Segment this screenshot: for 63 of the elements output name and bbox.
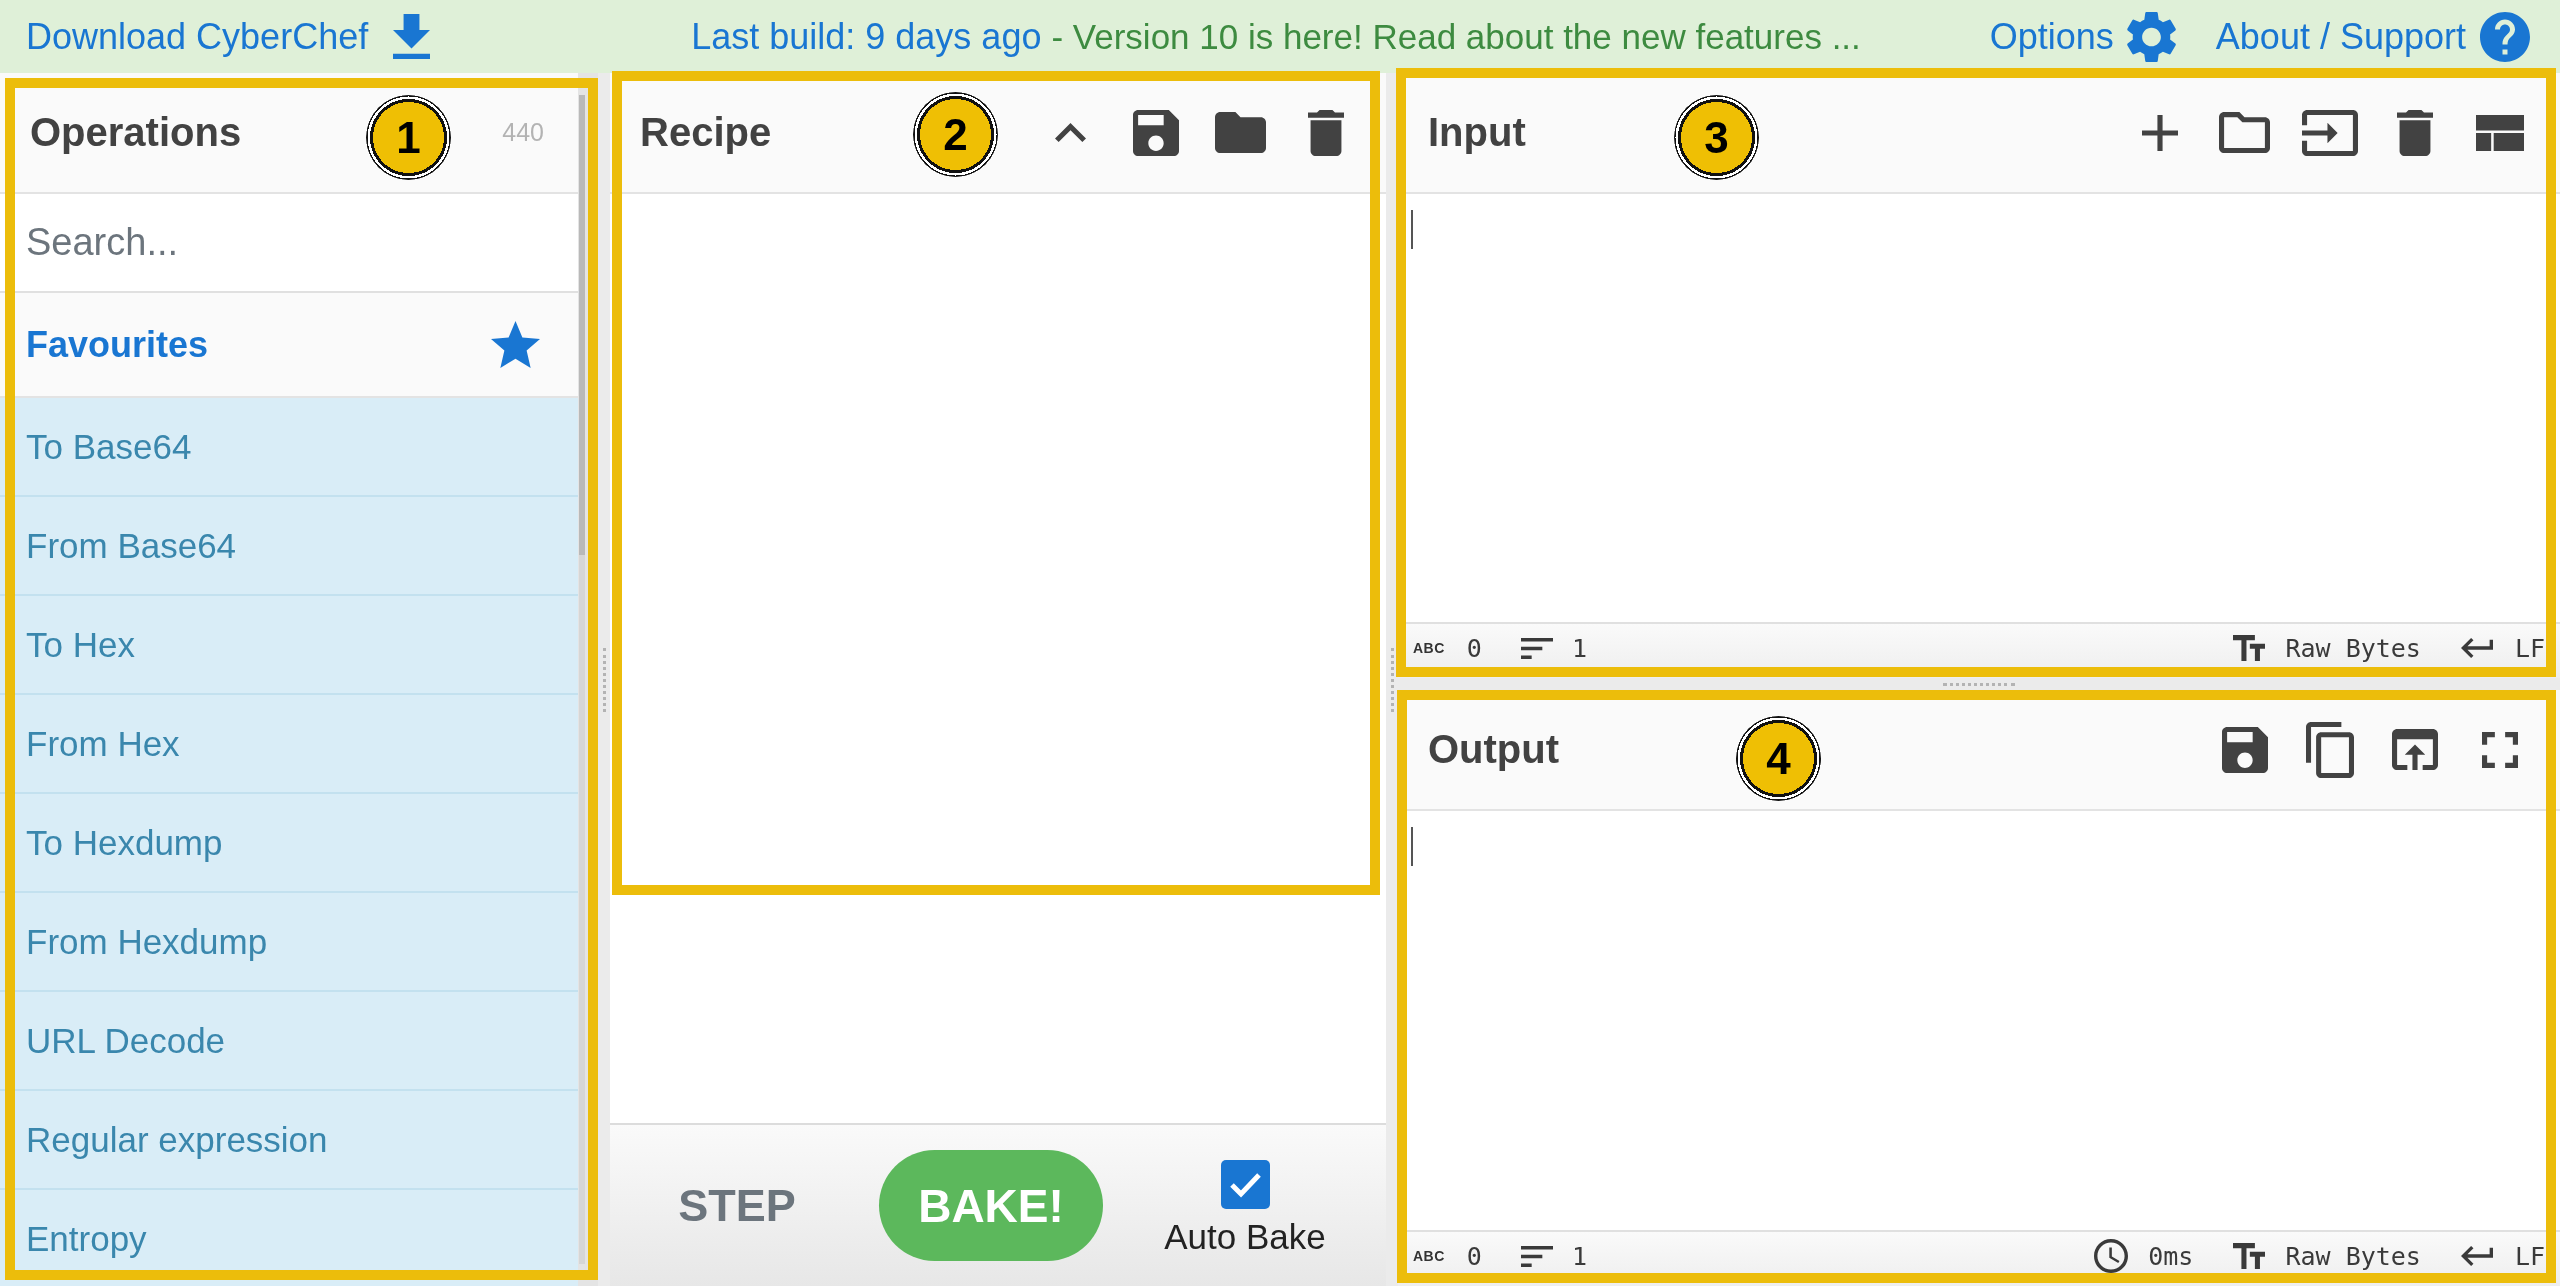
character-count: 0 bbox=[1466, 1241, 1482, 1271]
bake-time: 0ms bbox=[2148, 1241, 2194, 1271]
abc-icon: ABC bbox=[1413, 640, 1445, 656]
lines-icon bbox=[1520, 1245, 1553, 1267]
plus-icon[interactable] bbox=[2141, 114, 2178, 151]
character-count: 0 bbox=[1466, 633, 1482, 663]
trash-icon[interactable] bbox=[1307, 109, 1344, 156]
encoding-selector[interactable]: Raw Bytes bbox=[2285, 633, 2421, 663]
scrollbar-thumb[interactable] bbox=[579, 95, 585, 555]
star-icon bbox=[491, 321, 540, 368]
operation-item[interactable]: Regular expression bbox=[0, 1091, 578, 1190]
text-cursor bbox=[1411, 827, 1413, 866]
panel-title: Output bbox=[1428, 727, 1560, 772]
arrow-into-box-icon[interactable] bbox=[2301, 109, 2358, 156]
abc-icon: ABC bbox=[1413, 1248, 1445, 1264]
line-count: 1 bbox=[1571, 1241, 1587, 1271]
return-arrow-icon bbox=[2460, 638, 2493, 658]
resize-handle[interactable] bbox=[1390, 647, 1394, 712]
lines-icon bbox=[1520, 637, 1553, 659]
auto-bake-label: Auto Bake bbox=[1164, 1217, 1326, 1257]
favourites-category[interactable]: Favourites bbox=[0, 293, 578, 398]
settings-icon bbox=[2126, 10, 2176, 63]
panel-title: Input bbox=[1428, 110, 1526, 155]
bake-button[interactable]: BAKE! bbox=[879, 1150, 1103, 1261]
auto-bake-checkbox[interactable] bbox=[1220, 1160, 1270, 1209]
version-notice-link[interactable]: - Version 10 is here! Read about the new features ... bbox=[1051, 16, 1861, 57]
build-info: Last build: 9 days ago bbox=[691, 15, 1042, 58]
operation-item[interactable]: From Base64 bbox=[0, 497, 578, 596]
scrollbar[interactable] bbox=[579, 95, 585, 1264]
encoding-selector[interactable]: Raw Bytes bbox=[2285, 1241, 2421, 1271]
chevron-up-icon[interactable] bbox=[1055, 123, 1086, 142]
about-link[interactable]: About / Support bbox=[2215, 11, 2530, 62]
operation-count: 440 bbox=[502, 118, 545, 147]
help-icon bbox=[2480, 11, 2530, 62]
line-ending-selector[interactable]: LF bbox=[2514, 1241, 2545, 1271]
trash-icon[interactable] bbox=[2396, 109, 2433, 156]
options-link[interactable]: Options bbox=[1989, 10, 2176, 63]
operation-item[interactable]: To Hex bbox=[0, 596, 578, 695]
operation-item[interactable]: URL Decode bbox=[0, 992, 578, 1091]
return-arrow-icon bbox=[2460, 1246, 2493, 1266]
resize-handle[interactable] bbox=[1943, 682, 2015, 686]
step-button[interactable]: STEP bbox=[668, 1173, 806, 1238]
folder-icon[interactable] bbox=[2219, 112, 2270, 153]
operation-item[interactable]: To Base64 bbox=[0, 398, 578, 497]
text-size-icon bbox=[2233, 1243, 2266, 1269]
copy-icon[interactable] bbox=[2305, 721, 2354, 778]
resize-handle[interactable] bbox=[602, 647, 606, 712]
layout-icon[interactable] bbox=[2475, 114, 2524, 151]
operation-item[interactable]: To Hexdump bbox=[0, 794, 578, 893]
clock-icon bbox=[2094, 1239, 2129, 1273]
line-count: 1 bbox=[1571, 633, 1587, 663]
line-ending-selector[interactable]: LF bbox=[2514, 633, 2545, 663]
arrow-out-of-box-icon[interactable] bbox=[2391, 729, 2438, 770]
download-link[interactable]: Download CyberChef bbox=[26, 14, 431, 59]
fullscreen-icon[interactable] bbox=[2481, 731, 2518, 768]
text-size-icon bbox=[2233, 635, 2266, 661]
operation-item[interactable]: From Hexdump bbox=[0, 893, 578, 992]
panel-title: Operations bbox=[30, 110, 242, 155]
folder-icon[interactable] bbox=[1215, 112, 1266, 153]
panel-title: Recipe bbox=[640, 110, 772, 155]
operation-item[interactable]: From Hex bbox=[0, 695, 578, 794]
download-icon bbox=[393, 14, 431, 59]
text-cursor bbox=[1411, 210, 1413, 249]
